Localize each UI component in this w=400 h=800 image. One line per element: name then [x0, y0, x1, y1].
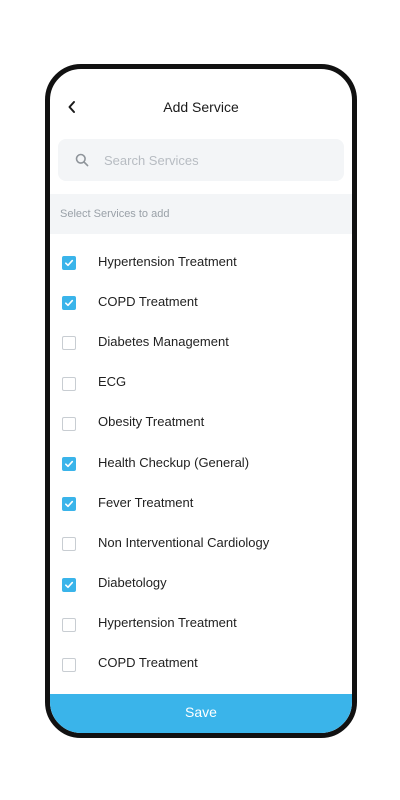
service-checkbox[interactable] [62, 457, 76, 472]
service-checkbox[interactable] [62, 376, 76, 391]
search-bar[interactable] [58, 139, 344, 181]
phone-frame: Add Service Select Services to add Hyper… [45, 64, 357, 738]
service-checkbox[interactable] [62, 256, 76, 271]
service-checkbox[interactable] [62, 296, 76, 311]
service-label: Hypertension Treatment [98, 253, 237, 269]
service-label: Health Checkup (General) [98, 454, 250, 470]
service-list: Hypertension Treatment COPD Treatment Di… [50, 243, 352, 685]
service-checkbox[interactable] [62, 617, 76, 632]
search-icon [74, 152, 90, 168]
header: Add Service [50, 93, 352, 123]
service-label: ECG [98, 374, 127, 390]
service-checkbox[interactable] [62, 497, 76, 512]
checkmark-icon [65, 501, 74, 508]
save-button[interactable]: Save [50, 694, 352, 733]
service-item[interactable]: COPD Treatment [50, 283, 352, 323]
checkmark-icon [65, 259, 74, 267]
service-checkbox[interactable] [62, 657, 76, 672]
service-label: Fever Treatment [98, 494, 194, 510]
search-input[interactable] [102, 144, 336, 176]
service-item[interactable]: Fever Treatment [50, 484, 352, 524]
checkmark-icon [65, 581, 74, 588]
service-label: Obesity Treatment [98, 414, 205, 430]
service-label: Non Interventional Cardiology [98, 534, 270, 550]
service-label: Diabetology [98, 575, 167, 591]
page-title: Add Service [163, 99, 239, 115]
service-item[interactable]: ECG [50, 364, 352, 404]
service-label: COPD Treatment [98, 293, 198, 309]
add-service-screen: Add Service Select Services to add Hyper… [50, 69, 352, 733]
service-item[interactable]: COPD Treatment [50, 645, 352, 685]
service-item[interactable]: Non Interventional Cardiology [50, 524, 352, 564]
service-checkbox[interactable] [62, 537, 76, 552]
service-label: COPD Treatment [98, 655, 198, 671]
section-label: Select Services to add [50, 194, 352, 234]
checkmark-icon [65, 460, 74, 468]
checkmark-icon [65, 300, 74, 307]
service-label: Diabetes Management [98, 333, 229, 349]
service-checkbox[interactable] [62, 336, 76, 351]
service-item[interactable]: Diabetology [50, 565, 352, 605]
service-item[interactable]: Health Checkup (General) [50, 444, 352, 484]
service-item[interactable]: Diabetes Management [50, 323, 352, 363]
service-label: Hypertension Treatment [98, 615, 237, 631]
service-item[interactable]: Hypertension Treatment [50, 243, 352, 283]
service-checkbox[interactable] [62, 577, 76, 592]
service-checkbox[interactable] [62, 416, 76, 431]
service-item[interactable]: Hypertension Treatment [50, 605, 352, 645]
service-item[interactable]: Obesity Treatment [50, 404, 352, 444]
